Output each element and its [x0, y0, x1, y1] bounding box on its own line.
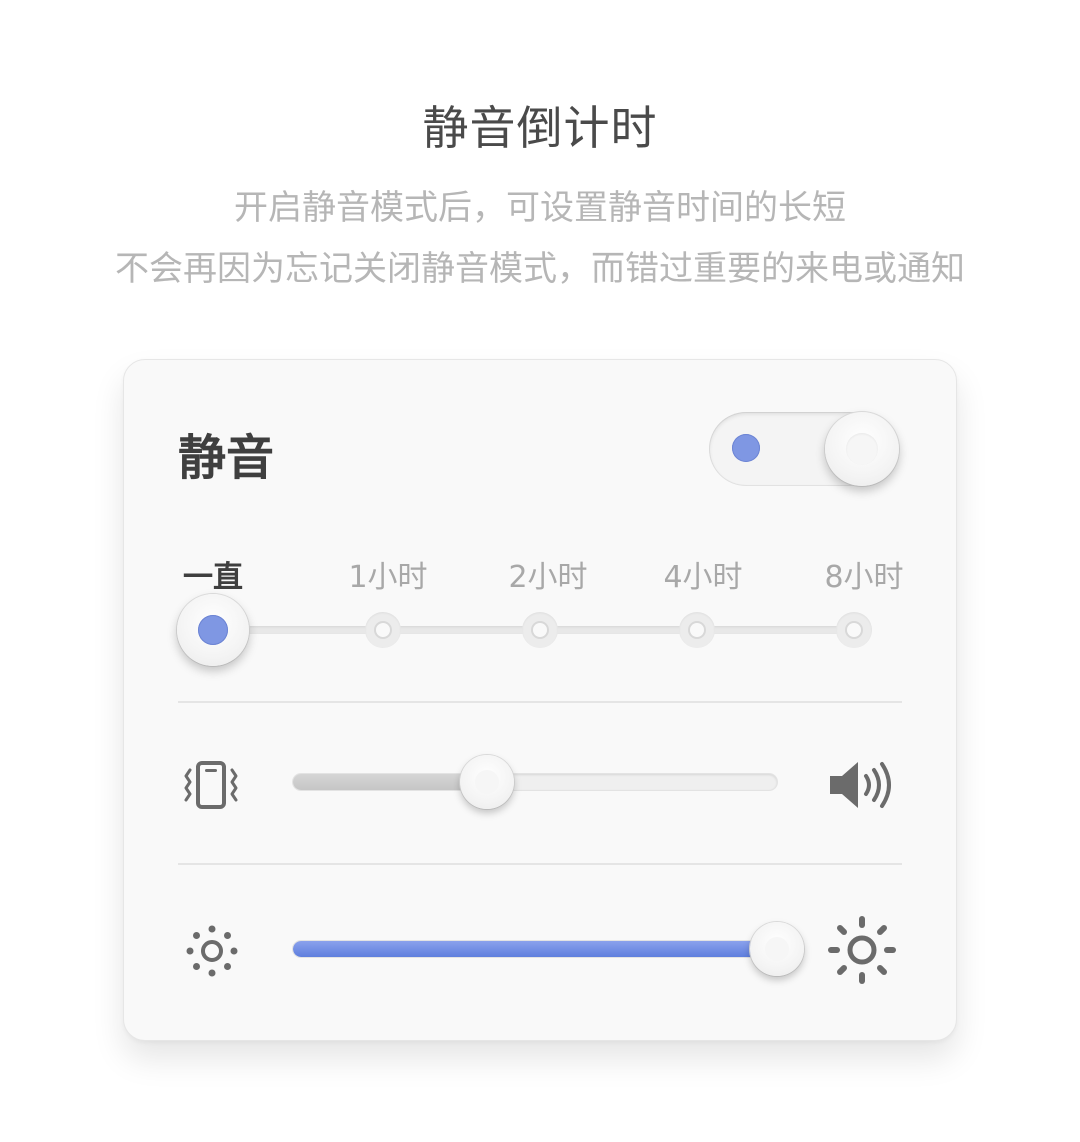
divider: [178, 701, 902, 703]
mute-settings-card: 静音 一直 1小时 2小时 4小时 8小时: [123, 359, 957, 1041]
volume-slider-fill: [293, 774, 487, 790]
page-subtitle-line-1: 开启静音模式后，可设置静音时间的长短: [234, 188, 846, 228]
page-subtitle-line-2: 不会再因为忘记关闭静音模式，而错过重要的来电或通知: [115, 249, 965, 289]
timer-node-1h[interactable]: [365, 612, 401, 648]
brightness-slider-knob[interactable]: [750, 922, 804, 976]
timer-node-8h[interactable]: [836, 612, 872, 648]
timer-slider-knob[interactable]: [177, 594, 249, 666]
timer-step-4h[interactable]: 4小时: [663, 552, 742, 596]
divider: [178, 863, 902, 865]
timer-step-always[interactable]: 一直: [183, 552, 243, 596]
mute-title: 静音: [178, 430, 275, 486]
brightness-high-icon: [828, 916, 896, 984]
timer-step-2h[interactable]: 2小时: [508, 552, 587, 596]
timer-node-4h[interactable]: [679, 612, 715, 648]
page-title: 静音倒计时: [422, 101, 658, 155]
speaker-volume-icon: [830, 762, 891, 808]
timer-step-8h[interactable]: 8小时: [824, 552, 903, 596]
brightness-slider[interactable]: [293, 941, 777, 957]
timer-step-1h[interactable]: 1小时: [348, 552, 427, 596]
brightness-low-icon: [186, 925, 238, 977]
vibrate-phone-icon: [184, 761, 238, 809]
timer-node-2h[interactable]: [522, 612, 558, 648]
volume-slider-knob[interactable]: [459, 755, 514, 809]
volume-slider[interactable]: [293, 774, 777, 790]
toggle-indicator-dot: [732, 434, 760, 462]
mute-toggle[interactable]: [709, 412, 899, 486]
toggle-knob[interactable]: [825, 412, 899, 486]
brightness-slider-fill: [293, 941, 777, 957]
